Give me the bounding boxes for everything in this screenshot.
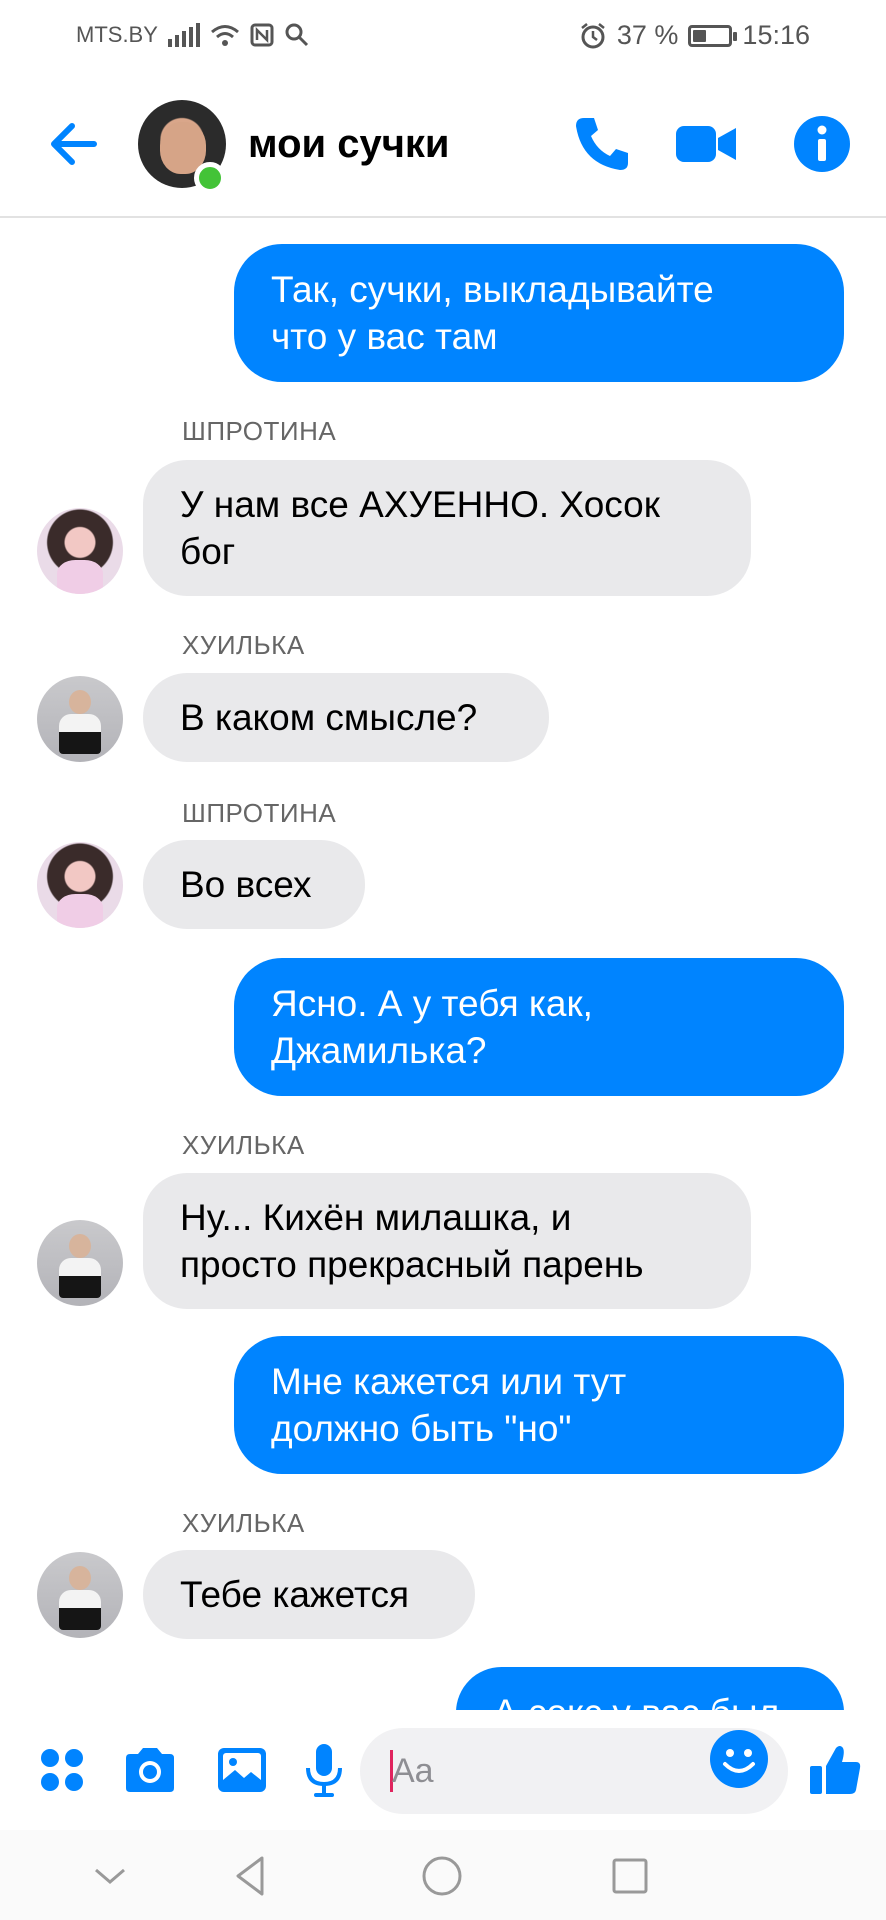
sender-avatar[interactable]: [37, 676, 123, 762]
incoming-message[interactable]: Во всех: [143, 840, 365, 929]
conversation-header: мои сучки: [0, 72, 886, 218]
outgoing-message[interactable]: А секс у вас был: [456, 1667, 844, 1710]
system-navigation-bar: [0, 1830, 886, 1920]
battery-icon: [688, 24, 738, 47]
message-line: Тебе кажется: [180, 1574, 410, 1615]
message-line: Ясно. А у тебя как,: [271, 983, 593, 1024]
alarm-icon: [581, 22, 605, 48]
message-line: У нам все АХУЕННО. Хосок: [180, 484, 660, 525]
sender-avatar[interactable]: [37, 842, 123, 928]
message-line: Так, сучки, выкладывайте: [271, 269, 714, 310]
status-right: 37 % 15:16: [579, 20, 810, 51]
back-arrow-icon[interactable]: [44, 114, 104, 174]
sender-name: ХУИЛЬКА: [182, 1130, 305, 1160]
status-left: MTS.BY: [76, 22, 310, 48]
sender-name: ХУИЛЬКА: [182, 630, 305, 660]
incoming-message[interactable]: У нам все АХУЕННО. Хосок бог: [143, 460, 751, 596]
battery-fill: [693, 29, 706, 42]
message-line: бог: [180, 531, 236, 572]
sender-avatar[interactable]: [37, 1220, 123, 1306]
nav-back-icon[interactable]: [228, 1852, 276, 1900]
more-apps-icon[interactable]: [32, 1740, 92, 1800]
clock: 15:16: [742, 20, 810, 50]
message-line: Джамилька?: [271, 1030, 487, 1071]
nav-home-icon[interactable]: [418, 1852, 466, 1900]
battery-percent: 37 %: [616, 20, 679, 50]
message-thread[interactable]: Так, сучки, выкладывайте что у вас там Ш…: [0, 220, 886, 1710]
signal-icon: [167, 23, 200, 47]
conversation-title[interactable]: мои сучки: [248, 122, 450, 167]
outgoing-message[interactable]: Ясно. А у тебя как, Джамилька?: [234, 958, 844, 1096]
gallery-icon[interactable]: [212, 1740, 272, 1800]
emoji-icon[interactable]: [708, 1728, 770, 1790]
message-line: Во всех: [180, 864, 312, 905]
wifi-icon: [210, 25, 239, 46]
incoming-message[interactable]: Тебе кажется: [143, 1550, 475, 1639]
camera-icon[interactable]: [120, 1740, 180, 1800]
outgoing-message[interactable]: Мне кажется или тут должно быть "но": [234, 1336, 844, 1474]
incoming-message[interactable]: Ну... Кихён милашка, и просто прекрасный…: [143, 1173, 751, 1309]
status-bar: MTS.BY 37 % 15:16: [0, 0, 886, 72]
outgoing-message[interactable]: Так, сучки, выкладывайте что у вас там: [234, 244, 844, 382]
online-indicator: [194, 162, 226, 194]
microphone-icon[interactable]: [294, 1740, 354, 1800]
message-line: Мне кажется или тут: [271, 1361, 627, 1402]
message-line: просто прекрасный парень: [180, 1244, 644, 1285]
hide-keyboard-chevron-icon[interactable]: [86, 1852, 134, 1900]
message-line: должно быть "но": [271, 1408, 572, 1449]
nav-recents-icon[interactable]: [606, 1852, 654, 1900]
like-thumb-icon[interactable]: [804, 1740, 864, 1800]
sender-name: ШПРОТИНА: [182, 798, 337, 828]
video-call-icon[interactable]: [674, 112, 738, 176]
carrier-label: MTS.BY: [76, 22, 158, 47]
nfc-icon: [250, 23, 274, 47]
incoming-message[interactable]: В каком смысле?: [143, 673, 549, 762]
phone-call-icon[interactable]: [570, 112, 634, 176]
message-input-placeholder: Aa: [392, 1752, 434, 1790]
message-line: Ну... Кихён милашка, и: [180, 1197, 572, 1238]
sender-name: ШПРОТИНА: [182, 416, 337, 446]
sender-avatar[interactable]: [37, 508, 123, 594]
message-line: В каком смысле?: [180, 697, 478, 738]
info-icon[interactable]: [790, 112, 854, 176]
message-line: что у вас там: [271, 316, 498, 357]
search-icon: [285, 23, 308, 47]
sender-name: ХУИЛЬКА: [182, 1508, 305, 1538]
message-line: А секс у вас был: [493, 1689, 807, 1710]
sender-avatar[interactable]: [37, 1552, 123, 1638]
